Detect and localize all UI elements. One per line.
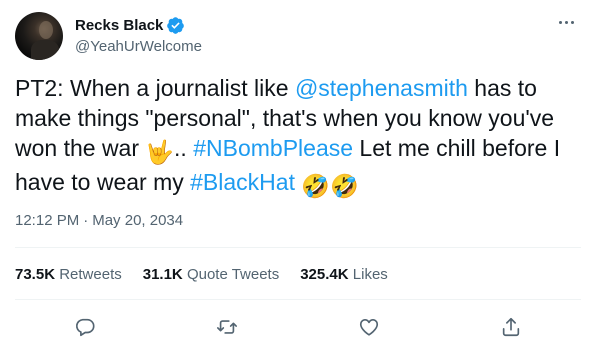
timestamp-date[interactable]: May 20, 2034 bbox=[92, 212, 183, 229]
tweet-header: Recks Black @YeahUrWelcome bbox=[15, 12, 581, 60]
hashtag-link[interactable]: #BlackHat bbox=[190, 169, 295, 195]
divider bbox=[15, 299, 581, 300]
hashtag-link[interactable]: #NBombPlease bbox=[193, 135, 353, 161]
timestamp-time[interactable]: 12:12 PM bbox=[15, 212, 79, 229]
mention-link[interactable]: @stephenasmith bbox=[295, 75, 468, 101]
share-icon bbox=[502, 317, 520, 337]
stat-count: 73.5K bbox=[15, 266, 56, 283]
tweet-text-segment: PT2: When a journalist like bbox=[15, 75, 295, 101]
stat-label: Retweets bbox=[59, 266, 122, 283]
author-info: Recks Black @YeahUrWelcome bbox=[75, 15, 202, 56]
like-icon bbox=[359, 319, 379, 336]
more-options-icon[interactable] bbox=[551, 12, 581, 32]
like-button[interactable] bbox=[355, 313, 383, 341]
engagement-stats: 73.5K Retweets 31.1K Quote Tweets 325.4K… bbox=[15, 266, 409, 283]
stat-retweets[interactable]: 73.5K Retweets bbox=[15, 266, 122, 283]
stat-label: Quote Tweets bbox=[186, 266, 280, 283]
stat-count: 325.4K bbox=[300, 266, 349, 283]
tweet-text: PT2: When a journalist like @stephenasmi… bbox=[15, 73, 581, 201]
avatar-face bbox=[39, 21, 53, 39]
share-button[interactable] bbox=[497, 313, 525, 341]
stat-likes[interactable]: 325.4K Likes bbox=[300, 266, 388, 283]
avatar[interactable] bbox=[15, 12, 63, 60]
retweet-icon bbox=[217, 320, 237, 334]
tweet-timestamp[interactable]: 12:12 PM · May 20, 2034 bbox=[15, 212, 183, 229]
reply-button[interactable] bbox=[71, 313, 99, 341]
timestamp-separator: · bbox=[83, 212, 89, 229]
tweet-text-segment: .. bbox=[174, 135, 194, 161]
tweet-card: Recks Black @YeahUrWelcome PT2: When a j… bbox=[0, 0, 596, 364]
retweet-button[interactable] bbox=[213, 313, 241, 341]
stat-label: Likes bbox=[352, 266, 388, 283]
display-name-row: Recks Black bbox=[75, 15, 202, 35]
love-you-gesture-icon: 🤟 bbox=[145, 139, 175, 165]
display-name[interactable]: Recks Black bbox=[75, 17, 163, 34]
verified-badge-icon bbox=[167, 16, 185, 34]
stat-quote-tweets[interactable]: 31.1K Quote Tweets bbox=[143, 266, 279, 283]
stat-count: 31.1K bbox=[142, 266, 183, 283]
action-bar bbox=[0, 310, 596, 344]
reply-icon bbox=[75, 318, 95, 337]
rofl-emoji-icon: 🤣 bbox=[330, 173, 359, 199]
rofl-emoji-icon: 🤣 bbox=[301, 173, 330, 199]
avatar-body bbox=[31, 40, 59, 60]
divider bbox=[15, 247, 581, 248]
author-handle[interactable]: @YeahUrWelcome bbox=[75, 38, 202, 55]
